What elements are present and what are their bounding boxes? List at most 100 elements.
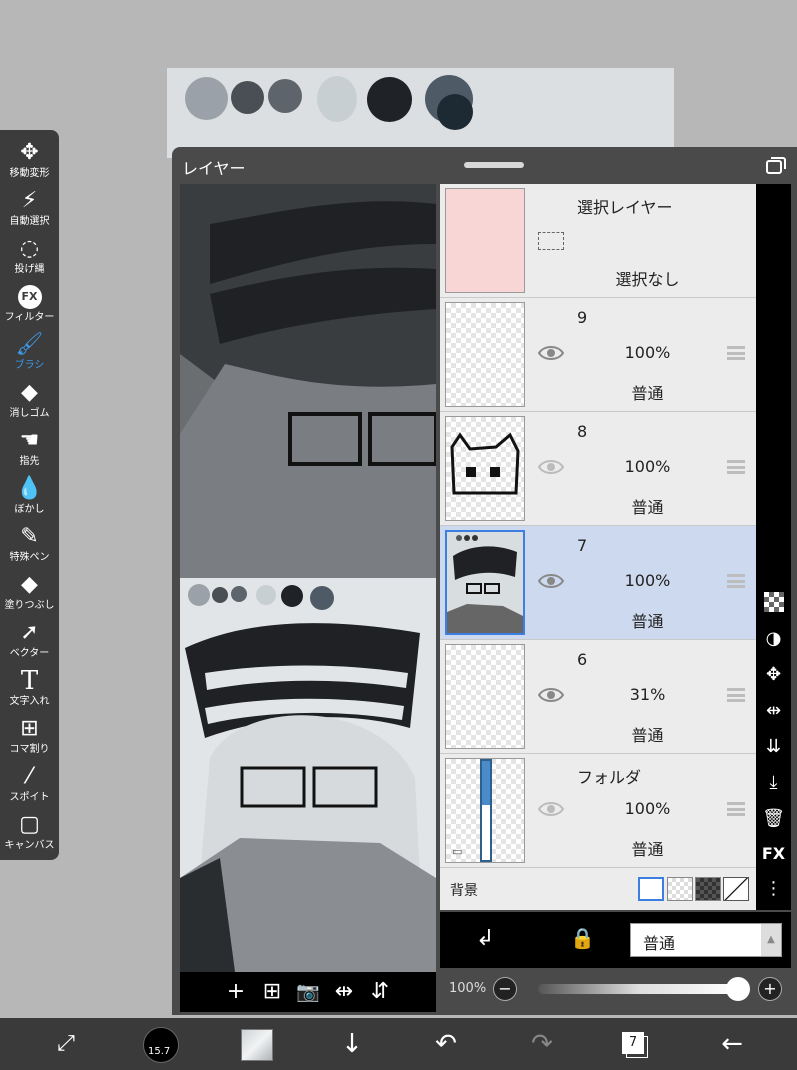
layer-count-value: 7	[622, 1032, 644, 1054]
trash-icon[interactable]: 🗑	[756, 808, 791, 829]
transparency-lock-icon[interactable]	[756, 592, 791, 612]
layer-blend-mode: 普通	[631, 726, 664, 745]
canvas-preview-thumbnail	[180, 578, 436, 972]
visibility-eye-icon[interactable]	[537, 571, 565, 591]
opacity-increase-button[interactable]: +	[758, 977, 782, 1001]
special-pen-icon: ✎	[20, 524, 39, 549]
current-color-swatch[interactable]	[241, 1029, 273, 1061]
brush-icon: 🖌	[15, 332, 44, 357]
blend-mode-select[interactable]: 普通 ▲	[630, 923, 782, 957]
tool-vector[interactable]: ➚ ベクター	[0, 618, 59, 666]
drag-grip-icon[interactable]	[727, 574, 745, 588]
panel-restore-icon[interactable]	[766, 157, 786, 174]
opacity-slider-knob[interactable]	[726, 977, 750, 1001]
layer-count-button[interactable]: 7	[622, 1032, 648, 1058]
drag-grip-icon[interactable]	[727, 802, 745, 816]
canvas-icon: ▢	[19, 812, 40, 837]
layer-thumbnail	[445, 416, 525, 521]
layer-thumbnail	[445, 644, 525, 749]
visibility-eye-icon[interactable]	[537, 457, 565, 477]
tool-lasso[interactable]: ◌ 投げ縄	[0, 234, 59, 282]
tool-canvas[interactable]: ▢ キャンバス	[0, 810, 59, 858]
flip-vertical-icon[interactable]: ⇵	[362, 972, 398, 1012]
layer-row-selected[interactable]: 7 100% 普通	[440, 526, 756, 640]
folder-icon: ▭	[452, 845, 463, 858]
tool-brush[interactable]: 🖌 ブラシ	[0, 330, 59, 378]
merge-down-icon[interactable]: ⇊	[756, 736, 791, 757]
palette-swatch	[437, 94, 473, 130]
brush-size-button[interactable]: 15.7	[143, 1027, 179, 1063]
clipping-arrow-icon[interactable]: ↲	[476, 926, 494, 951]
tool-auto-select[interactable]: ⚡ 自動選択	[0, 186, 59, 234]
down-arrow-icon[interactable]: ↓	[334, 1018, 370, 1070]
background-white-option[interactable]	[638, 877, 664, 901]
visibility-eye-icon[interactable]	[537, 799, 565, 819]
layer-row[interactable]: 9 100% 普通	[440, 298, 756, 412]
tool-palette: ✥ 移動変形 ⚡ 自動選択 ◌ 投げ縄 FX フィルター 🖌 ブラシ ◆ 消しゴ…	[0, 130, 59, 860]
blend-controls: ↲ 🔒 普通 ▲	[440, 912, 791, 968]
selection-layer-row[interactable]: 選択レイヤー 選択なし	[440, 184, 756, 298]
tool-eraser[interactable]: ◆ 消しゴム	[0, 378, 59, 426]
panel-drag-handle[interactable]	[464, 162, 524, 168]
layer-name: 選択レイヤー	[577, 198, 673, 217]
grayscale-icon[interactable]: ◑	[756, 628, 791, 649]
drag-grip-icon[interactable]	[727, 688, 745, 702]
palette-swatch	[185, 77, 228, 120]
redo-icon[interactable]: ↷	[524, 1018, 560, 1070]
background-none-option[interactable]	[723, 877, 749, 901]
flip-horizontal-icon[interactable]: ⇹	[326, 972, 362, 1012]
layer-actions-strip: ◑ ✥ ⇹ ⇊ ⤓ 🗑 FX ⋮	[756, 184, 791, 910]
background-dark-checker-option[interactable]	[695, 877, 721, 901]
panel-title: レイヤー	[182, 159, 246, 178]
background-label: 背景	[450, 883, 478, 899]
layer-blend-mode: 普通	[631, 384, 664, 403]
layer-name: 6	[577, 650, 588, 669]
tool-blur[interactable]: 💧 ぼかし	[0, 474, 59, 522]
canvas-preview-artwork	[180, 184, 438, 579]
visibility-eye-icon[interactable]	[537, 685, 565, 705]
undo-icon[interactable]: ↶	[428, 1018, 464, 1070]
quick-tools-icon[interactable]: ⤢	[48, 1018, 84, 1070]
layer-opacity: 31%	[629, 685, 666, 704]
magic-wand-icon: ⚡	[21, 188, 38, 213]
visibility-eye-icon[interactable]	[537, 343, 565, 363]
bottom-toolbar: ⤢ 15.7 ↓ ↶ ↷ 7 ←	[0, 1018, 797, 1070]
add-layer-icon[interactable]: +	[218, 972, 254, 1012]
move-arrows-icon: ✥	[20, 140, 39, 165]
layer-row[interactable]: 8 100% 普通	[440, 412, 756, 526]
folder-layer-row[interactable]: ▭ フォルダ 100% 普通	[440, 754, 756, 868]
fx-icon[interactable]: FX	[756, 844, 791, 863]
tool-special-pen[interactable]: ✎ 特殊ペン	[0, 522, 59, 570]
preview-toolbar: + ⊞ 📷 ⇹ ⇵	[180, 972, 436, 1012]
tool-smudge[interactable]: ☚ 指先	[0, 426, 59, 474]
layer-row[interactable]: 6 31% 普通	[440, 640, 756, 754]
duplicate-layer-icon[interactable]: ⊞	[254, 972, 290, 1012]
lasso-icon: ◌	[19, 236, 40, 261]
flip-layer-icon[interactable]: ⇹	[756, 700, 791, 721]
download-layer-icon[interactable]: ⤓	[756, 772, 791, 793]
dropdown-arrow-icon: ▲	[761, 924, 781, 956]
tool-frame-divider[interactable]: ⊞ コマ割り	[0, 714, 59, 762]
layer-opacity: 100%	[624, 571, 671, 590]
background-row[interactable]: 背景	[440, 868, 756, 910]
camera-import-icon[interactable]: 📷	[290, 972, 326, 1012]
selection-rect-icon	[538, 232, 564, 250]
move-layer-icon[interactable]: ✥	[756, 664, 791, 685]
more-options-icon[interactable]: ⋮	[756, 878, 791, 899]
tool-eyedropper[interactable]: ⁄ スポイト	[0, 762, 59, 810]
drag-grip-icon[interactable]	[727, 346, 745, 360]
opacity-decrease-button[interactable]: −	[493, 977, 517, 1001]
opacity-controls: 100% − +	[440, 968, 791, 1012]
tool-move-transform[interactable]: ✥ 移動変形	[0, 138, 59, 186]
opacity-slider-track[interactable]	[538, 984, 738, 994]
tool-fill[interactable]: ◆ 塗りつぶし	[0, 570, 59, 618]
drag-grip-icon[interactable]	[727, 460, 745, 474]
alpha-lock-icon[interactable]: 🔒	[570, 926, 595, 950]
back-arrow-icon[interactable]: ←	[714, 1018, 750, 1070]
layer-blend-mode: 普通	[631, 498, 664, 517]
canvas-color-palette[interactable]	[167, 68, 674, 158]
background-checker-option[interactable]	[667, 877, 693, 901]
tool-text[interactable]: T 文字入れ	[0, 666, 59, 714]
tool-filter[interactable]: FX フィルター	[0, 282, 59, 330]
folder-thumbnail: ▭	[445, 758, 525, 863]
